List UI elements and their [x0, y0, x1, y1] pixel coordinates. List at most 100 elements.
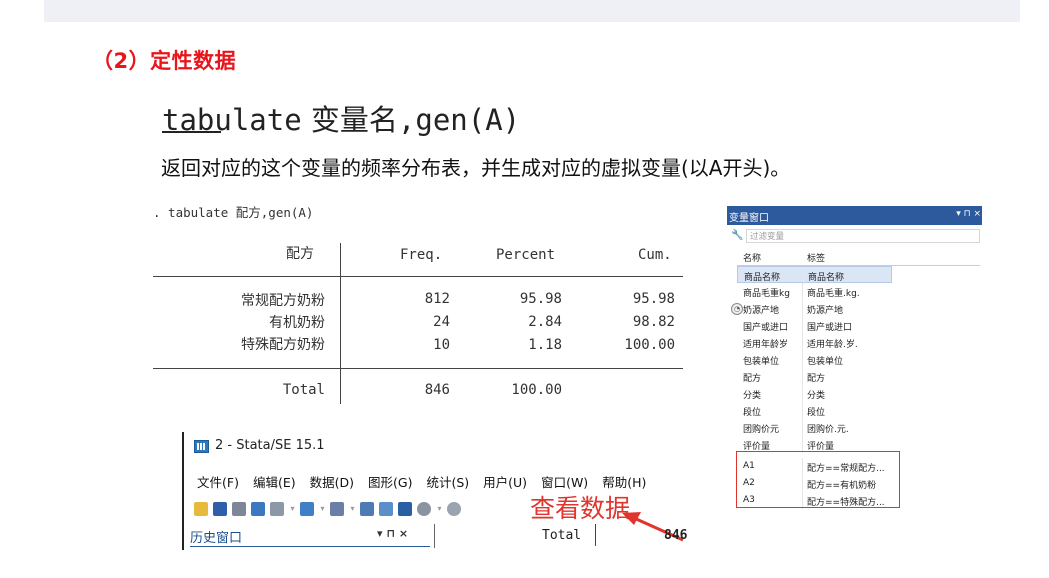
stata-window-title: 2 - Stata/SE 15.1: [215, 438, 325, 453]
print-icon[interactable]: [232, 501, 246, 516]
table-row-freq: 24: [433, 314, 450, 330]
command-option: ,gen(A): [397, 103, 521, 137]
table-header-cum: Cum.: [638, 247, 672, 263]
table-header-freq: Freq.: [400, 247, 443, 263]
variables-manager-icon[interactable]: [398, 501, 412, 516]
table-row-label: 特殊配方奶粉: [241, 337, 325, 353]
menu-window[interactable]: 窗口(W): [541, 475, 588, 490]
variable-name: 包装单位: [743, 357, 780, 367]
column-separator: [803, 267, 804, 284]
do-file-editor-icon[interactable]: [330, 501, 344, 516]
chevron-down-icon[interactable]: ▾: [436, 502, 443, 516]
variable-row[interactable]: 商品名称 商品名称: [737, 266, 892, 284]
variable-label: 团购价.元.: [807, 425, 849, 435]
variable-name: 适用年龄岁: [743, 340, 789, 350]
highlight-box: [736, 451, 900, 508]
viewer-icon[interactable]: [270, 501, 284, 516]
variable-row[interactable]: 包装单位 包装单位: [737, 351, 897, 368]
command-varname: 变量名: [301, 103, 398, 137]
variable-row[interactable]: 配方 配方: [737, 368, 897, 385]
variable-name: 商品名称: [744, 273, 781, 283]
table-row-percent: 1.18: [528, 337, 562, 353]
variable-label: 国产或进口: [807, 323, 853, 333]
view-data-annotation: 查看数据: [530, 494, 631, 523]
variable-row[interactable]: 国产或进口 国产或进口: [737, 317, 897, 334]
variable-name: 团购价元: [743, 425, 780, 435]
toolbar: ▾ ▾ ▾ ▾: [194, 498, 466, 516]
section-heading: （2）定性数据: [92, 49, 237, 73]
frequency-table: 配方 Freq. Percent Cum. 常规配方奶粉 812 95.98 9…: [153, 235, 683, 410]
log-icon[interactable]: [251, 501, 265, 516]
menu-data[interactable]: 数据(D): [310, 475, 354, 490]
break-icon[interactable]: [447, 501, 461, 516]
variable-row[interactable]: 商品毛重kg 商品毛重.kg.: [737, 283, 897, 300]
variable-row[interactable]: 段位 段位: [737, 402, 897, 419]
table-vline-top: [340, 243, 341, 276]
variable-filter-input[interactable]: 过滤变量: [746, 229, 980, 243]
column-separator: [802, 402, 803, 419]
chevron-down-icon[interactable]: ▾: [349, 502, 356, 516]
variable-row[interactable]: 适用年龄岁 适用年龄.岁.: [737, 334, 897, 351]
save-icon[interactable]: [213, 501, 227, 516]
variable-name: 奶源产地: [743, 306, 780, 316]
column-separator: [802, 300, 803, 317]
stata-command-echo: . tabulate 配方,gen(A): [153, 205, 314, 220]
clear-more-icon[interactable]: [417, 501, 431, 516]
chevron-down-icon[interactable]: ▾: [289, 502, 296, 516]
variable-label: 包装单位: [807, 357, 844, 367]
table-row-freq: 812: [424, 291, 450, 307]
variable-label: 分类: [807, 391, 826, 401]
menu-help[interactable]: 帮助(H): [602, 475, 646, 490]
menu-edit[interactable]: 编辑(E): [253, 475, 296, 490]
table-row-label: 常规配方奶粉: [241, 293, 325, 309]
stata-window: 2 - Stata/SE 15.1 文件(F) 编辑(E) 数据(D) 图形(G) 统计…: [182, 432, 692, 550]
table-row-percent: 95.98: [519, 291, 562, 307]
stata-app-icon: [194, 440, 209, 453]
table-total-label: Total: [282, 382, 325, 398]
table-rule-top: [153, 276, 683, 277]
table-row-cum: 95.98: [632, 291, 675, 307]
menu-graphics[interactable]: 图形(G): [368, 475, 412, 490]
column-separator: [802, 419, 803, 436]
wrench-icon[interactable]: 🔧: [731, 230, 743, 241]
menu-user[interactable]: 用户(U): [483, 475, 527, 490]
table-header-percent: Percent: [496, 247, 556, 263]
table-header-var: 配方: [286, 246, 314, 262]
variable-name: 商品毛重kg: [743, 289, 790, 299]
graph-icon[interactable]: [300, 501, 314, 516]
variable-label: 商品毛重.kg.: [807, 289, 860, 299]
chevron-down-icon[interactable]: ▾: [319, 502, 326, 516]
variable-row[interactable]: 分类 分类: [737, 385, 897, 402]
variable-label: 配方: [807, 374, 826, 384]
data-editor-icon[interactable]: [360, 501, 374, 516]
column-header-name[interactable]: 名称: [743, 251, 761, 264]
column-separator: [802, 368, 803, 385]
variable-row[interactable]: 奶源产地 奶源产地: [737, 300, 897, 317]
table-vline-total: [340, 368, 341, 404]
menu-statistics[interactable]: 统计(S): [426, 475, 469, 490]
variable-name: 分类: [743, 391, 762, 401]
history-divider: [190, 546, 430, 547]
column-header-label[interactable]: 标签: [807, 251, 825, 264]
open-icon[interactable]: [194, 501, 208, 516]
variable-label: 段位: [807, 408, 826, 418]
menu-file[interactable]: 文件(F): [197, 475, 239, 490]
results-total-label: Total: [542, 528, 582, 543]
column-separator: [802, 334, 803, 351]
table-row-cum: 98.82: [632, 314, 675, 330]
column-separator: [802, 385, 803, 402]
table-vline-body: [340, 276, 341, 368]
variable-window-controls[interactable]: ▾ ⊓ ×: [956, 209, 981, 219]
table-row-cum: 100.00: [624, 337, 675, 353]
variable-window-titlebar: 变量窗口 ▾ ⊓ ×: [727, 206, 982, 225]
results-total-value: 846: [664, 528, 688, 543]
history-window-title: 历史窗口: [190, 531, 243, 546]
results-vline: [595, 524, 596, 546]
pane-separator[interactable]: [434, 524, 435, 548]
variable-filter-row: 🔧 过滤变量: [727, 228, 982, 246]
variable-row[interactable]: 团购价元 团购价.元.: [737, 419, 897, 436]
top-band: [44, 0, 1020, 22]
variable-name: 配方: [743, 374, 762, 384]
data-browser-icon[interactable]: [379, 501, 393, 516]
history-window-controls[interactable]: ▾ ⊓ ×: [377, 527, 408, 540]
